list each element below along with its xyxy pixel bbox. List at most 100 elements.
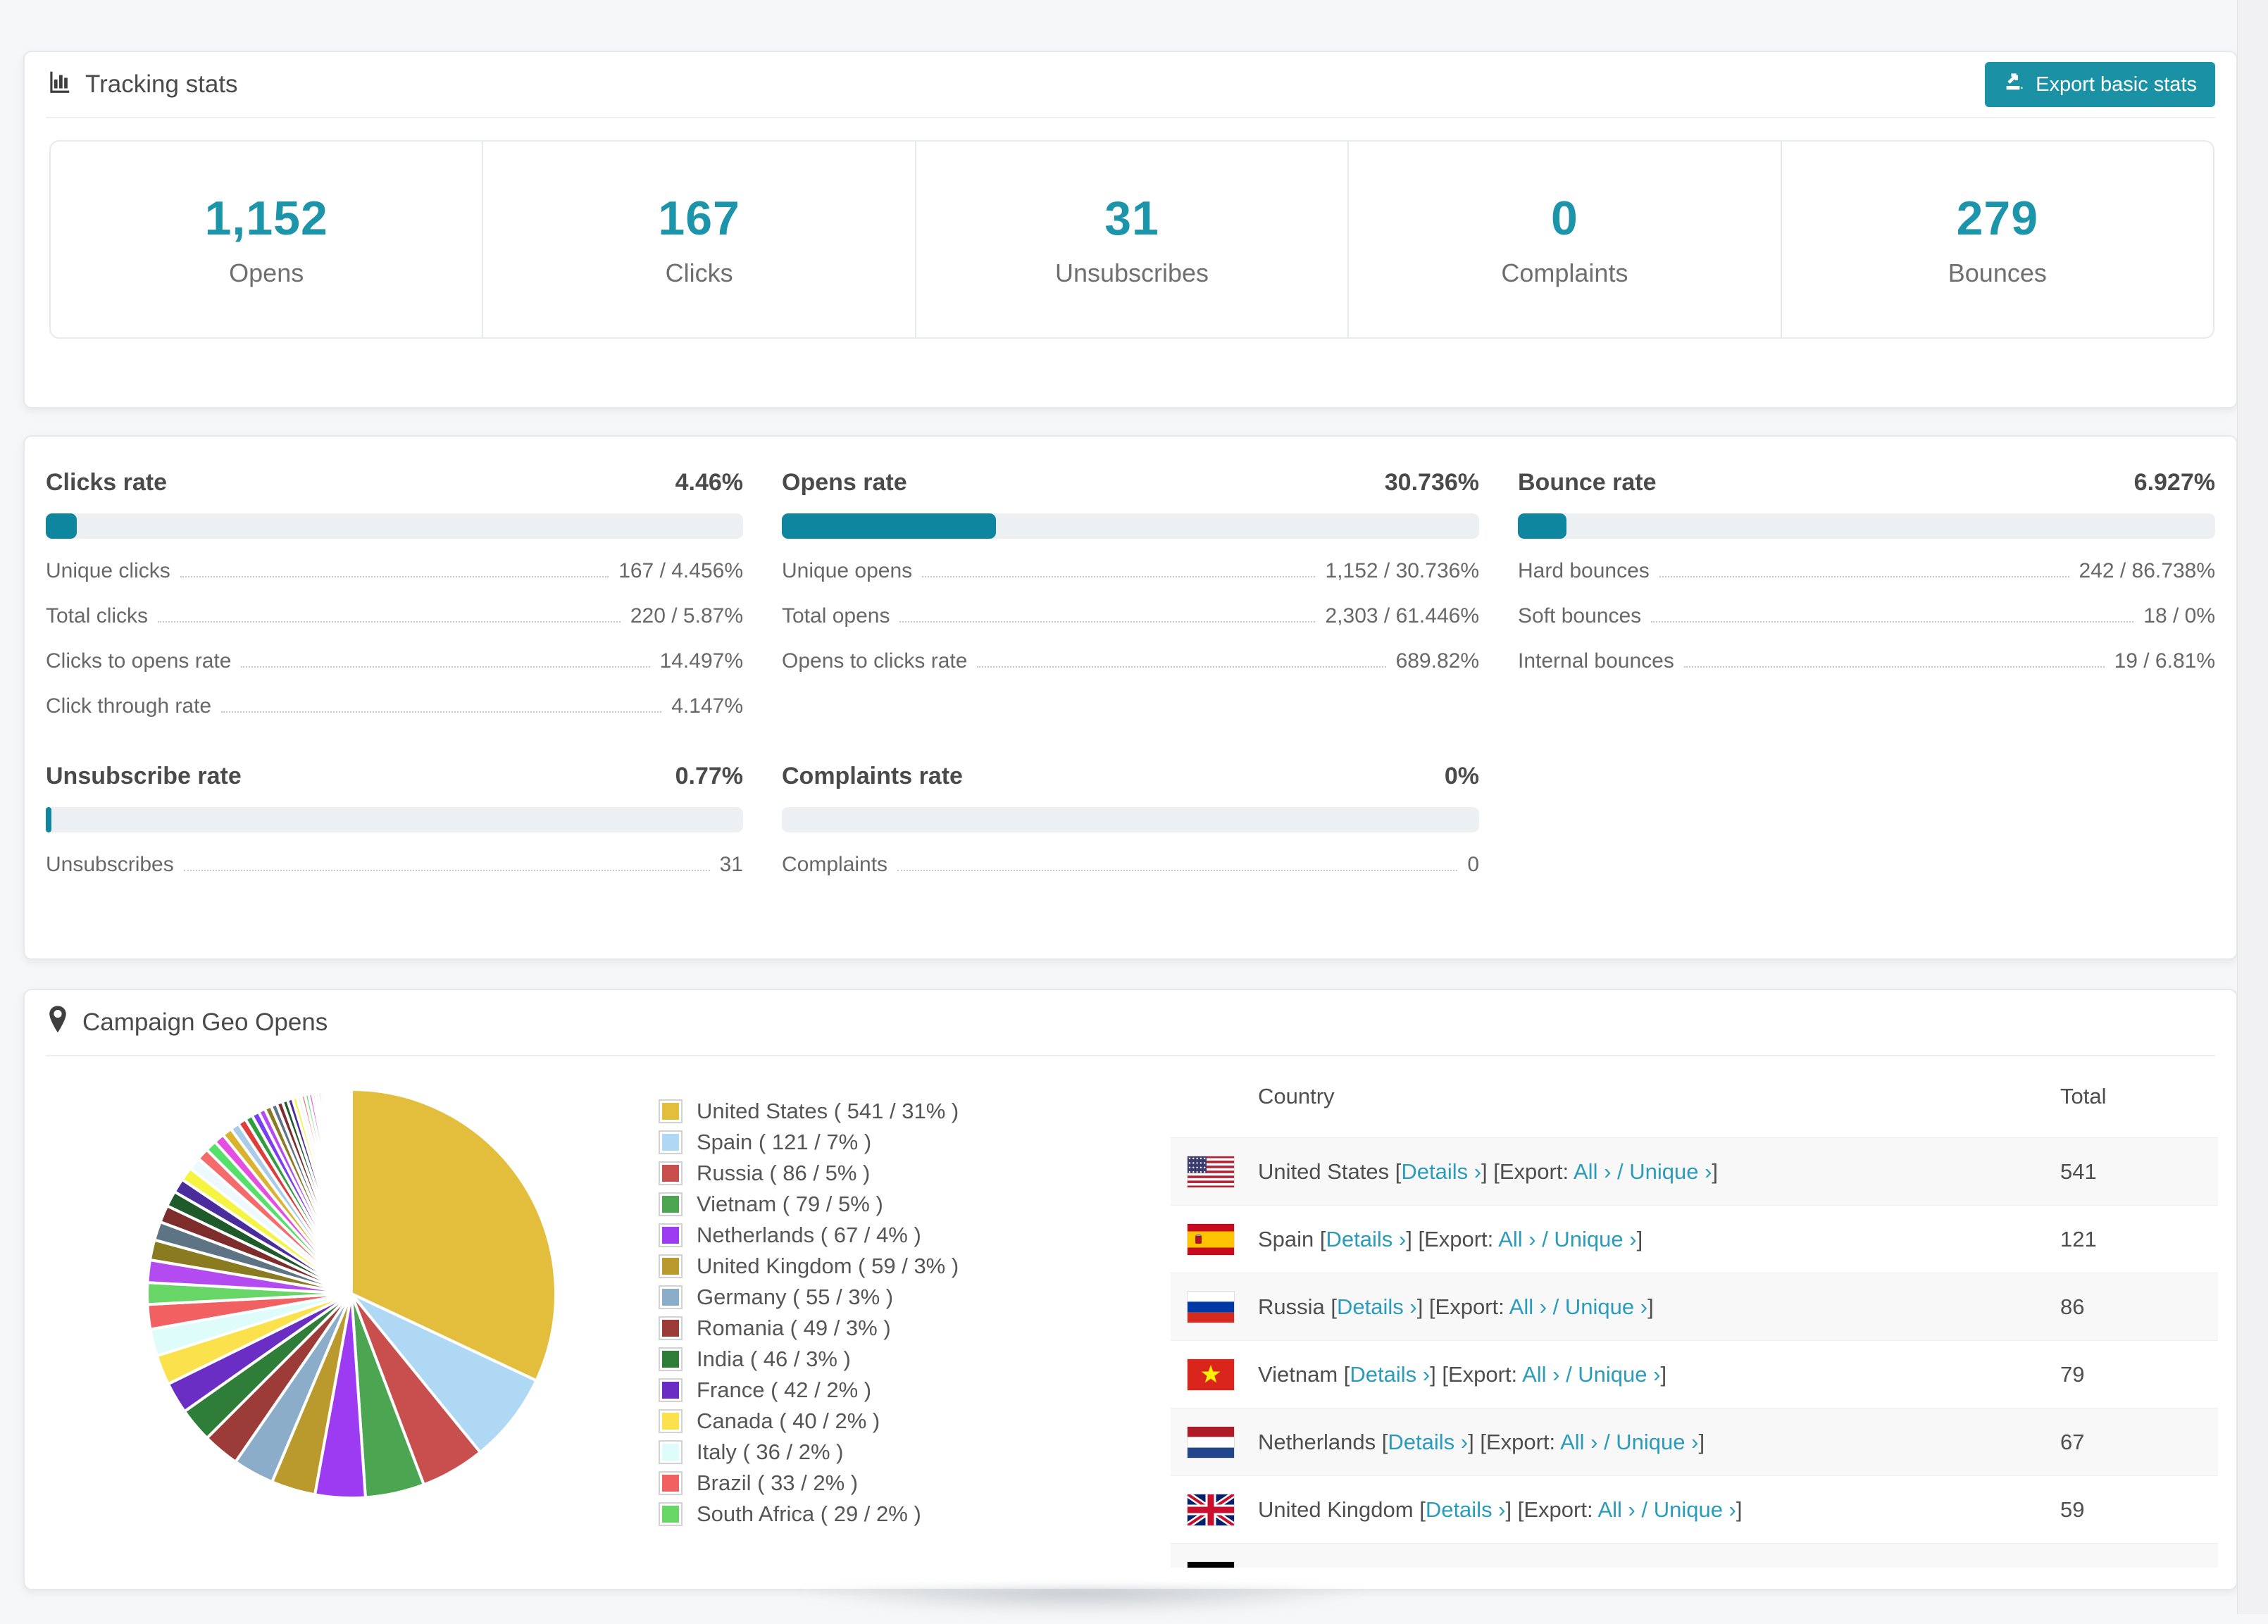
rate-detail-row: Soft bounces 18 / 0% [1518,604,2215,629]
details-link[interactable]: Details › [1426,1497,1506,1522]
export-unique-link[interactable]: Unique › [1616,1430,1698,1454]
dotted-leader [1651,621,2134,623]
country-cell: Russia [Details ›] [Export: All › / Uniq… [1258,1294,1654,1320]
legend-label: France ( 42 / 2% ) [697,1378,872,1402]
details-link[interactable]: Details › [1401,1159,1481,1184]
legend-color-swatch [659,1161,683,1185]
export-all-link[interactable]: All › [1522,1362,1559,1387]
export-unique-link[interactable]: Unique › [1654,1497,1736,1522]
summary-stat-value: 279 [1956,192,2039,245]
legend-item: United Kingdom ( 59 / 3% ) [659,1251,959,1282]
summary-stat-box: 0 Complaints [1349,142,1782,337]
es-flag-icon [1187,1223,1235,1256]
link-separator: / [1535,1226,1554,1251]
rate-detail-label: Unsubscribes [46,853,174,876]
country-column-header: Country [1258,1084,1335,1108]
details-link[interactable]: Details › [1326,1227,1407,1251]
export-all-link[interactable]: All › [1498,1227,1535,1251]
summary-stat-value: 31 [1104,192,1159,245]
rate-title: Clicks rate [46,469,167,496]
summary-stat-label: Clicks [665,258,733,287]
legend-label: South Africa ( 29 / 2% ) [697,1501,921,1526]
rate-detail-value: 4.147% [671,694,743,718]
rate-detail-row: Internal bounces 19 / 6.81% [1518,649,2215,674]
export-all-link[interactable]: All › [1597,1497,1635,1522]
export-basic-stats-button[interactable]: Export basic stats [1985,62,2215,107]
geo-opens-pie-chart[interactable] [144,1086,559,1501]
summary-stat-box: 1,152 Opens [51,142,484,337]
summary-stat-value: 1,152 [204,192,328,245]
bracket: ] [Export: [1430,1361,1523,1387]
legend-color-swatch [659,1223,683,1247]
table-row-ru: Russia [Details ›] [Export: All › / Uniq… [1171,1273,2218,1340]
legend-color-swatch [659,1254,683,1278]
link-separator: / [1547,1294,1565,1319]
export-all-link[interactable]: All › [1560,1430,1597,1454]
rate-progress-track [1518,513,2215,539]
dotted-leader [1683,666,2105,668]
table-row-de [1171,1543,2218,1568]
details-link[interactable]: Details › [1388,1430,1468,1454]
details-link[interactable]: Details › [1337,1294,1417,1319]
rate-header: Opens rate 30.736% [782,469,1479,496]
country-cell: Spain [Details ›] [Export: All › / Uniqu… [1258,1227,1643,1252]
rate-detail-label: Total opens [782,604,890,627]
legend-item: Romania ( 49 / 3% ) [659,1313,959,1344]
export-unique-link[interactable]: Unique › [1554,1227,1636,1251]
total-cell: 121 [2060,1226,2097,1251]
legend-color-swatch [659,1347,683,1371]
rates-card: Clicks rate 4.46% Unique clicks 167 / 4.456… [23,435,2238,960]
table-row-es: Spain [Details ›] [Export: All › / Uniqu… [1171,1205,2218,1273]
rate-detail-label: Hard bounces [1518,559,1650,582]
dotted-leader [1659,576,2069,577]
rate-detail-row: Unique opens 1,152 / 30.736% [782,558,1479,584]
rate-progress-fill [1518,513,1566,539]
legend-item: Vietnam ( 79 / 5% ) [659,1189,959,1220]
page-title-text: Tracking stats [85,70,238,98]
rate-detail-value: 242 / 86.738% [2079,559,2216,582]
table-row-nl: Netherlands [Details ›] [Export: All › /… [1171,1408,2218,1475]
rate-detail-value: 689.82% [1395,649,1479,673]
total-cell: 59 [2060,1497,2085,1522]
rate-detail-label: Complaints [782,853,888,876]
us-flag-icon [1187,1155,1235,1188]
legend-color-swatch [659,1471,683,1495]
export-unique-link[interactable]: Unique › [1629,1159,1712,1184]
tracking-stats-card: Tracking stats Export basic stats 1,152 O… [23,51,2238,408]
header-divider [46,117,2215,118]
link-separator: / [1597,1429,1616,1454]
legend-color-swatch [659,1130,683,1154]
rate-block: Complaints rate 0% Complaints 0 [782,763,1479,877]
legend-item: Brazil ( 33 / 2% ) [659,1468,959,1499]
country-name: United States [1258,1158,1395,1184]
legend-item: Russia ( 86 / 5% ) [659,1158,959,1189]
dotted-leader [241,666,650,668]
export-all-link[interactable]: All › [1509,1294,1547,1319]
summary-stat-box: 167 Clicks [483,142,916,337]
vertical-scrollbar[interactable] [2237,0,2268,1614]
export-unique-link[interactable]: Unique › [1578,1362,1660,1387]
export-unique-link[interactable]: Unique › [1565,1294,1647,1319]
country-name: Vietnam [1258,1361,1344,1387]
rate-value: 30.736% [1384,469,1479,496]
legend-item: Germany ( 55 / 3% ) [659,1282,959,1313]
rate-block: Opens rate 30.736% Unique opens 1,152 / 30.… [782,469,1479,719]
legend-label: Germany ( 55 / 3% ) [697,1285,894,1309]
summary-stat-value: 0 [1551,192,1578,245]
rate-progress-track [782,513,1479,539]
rate-block: Bounce rate 6.927% Hard bounces 242 / 86.73… [1518,469,2215,719]
export-all-link[interactable]: All › [1574,1159,1611,1184]
rate-detail-label: Unique clicks [46,559,170,582]
rate-detail-label: Unique opens [782,559,913,582]
rate-detail-value: 14.497% [659,649,743,673]
legend-label: Brazil ( 33 / 2% ) [697,1470,859,1495]
legend-label: Italy ( 36 / 2% ) [697,1439,844,1464]
legend-item: United States ( 541 / 31% ) [659,1096,959,1127]
rate-detail-row: Click through rate 4.147% [46,694,743,719]
dotted-leader [899,621,1316,623]
details-link[interactable]: Details › [1350,1362,1430,1387]
link-separator: / [1559,1361,1578,1387]
legend-label: Vietnam ( 79 / 5% ) [697,1192,883,1216]
rate-detail-value: 31 [719,853,743,876]
summary-stat-label: Bounces [1948,258,2047,287]
